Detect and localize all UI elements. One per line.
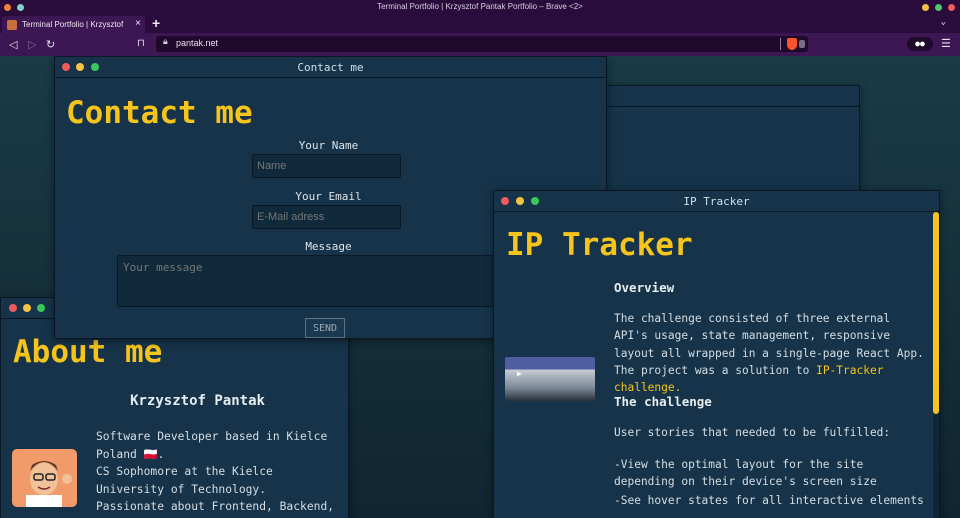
overview-text: The challenge consisted of three externa… [614,310,924,396]
browser-toolbar: ◁ ▷ ↻ ⊓ 🔒︎ pantak.net ●● ☰ [0,33,960,56]
minimize-button[interactable] [922,4,929,11]
url-text[interactable]: pantak.net [176,38,218,48]
contact-window-title: Contact me [297,61,364,74]
urlbar-divider [780,38,781,50]
maximize-dot-icon[interactable] [37,304,45,312]
bio-line: Passionate about Frontend, Backend, [96,500,335,513]
forward-icon[interactable]: ▷ [28,38,36,51]
bio-line: CS Sophomore at the Kielce University of… [96,465,273,496]
bookmark-icon[interactable]: ⊓ [137,38,145,49]
minimize-dot-icon[interactable] [23,304,31,312]
bio-line: Software Developer based in Kielce Polan… [96,430,328,461]
message-textarea[interactable] [117,255,537,307]
tab-label: Terminal Portfolio | Krzysztof [22,20,124,29]
challenge-heading: The challenge [614,394,712,409]
contact-window-bar[interactable]: Contact me [55,57,606,78]
window-title: Terminal Portfolio | Krzysztof Pantak Po… [377,2,583,11]
story-item: -View the optimal layout for the site de… [614,458,877,489]
background-window[interactable] [606,85,860,197]
tab-list-button[interactable]: ⌄ [941,17,946,27]
close-window-button[interactable] [948,4,955,11]
back-icon[interactable]: ◁ [9,38,17,51]
name-label: Your Name [298,139,359,152]
menu-icon[interactable]: ☰ [941,37,951,50]
ip-tracker-window[interactable]: IP Tracker IP Tracker ▶ Overview The cha… [493,190,940,518]
private-glasses-icon[interactable]: ●● [907,37,933,51]
stories-intro: User stories that needed to be fulfilled… [614,426,891,439]
ip-window-bar[interactable]: IP Tracker [494,191,939,212]
about-name: Krzysztof Pantak [130,393,265,409]
tab-terminal-portfolio[interactable]: Terminal Portfolio | Krzysztof × [2,16,145,33]
browser-titlebar: Terminal Portfolio | Krzysztof Pantak Po… [0,0,960,15]
story-item: -See hover states for all interactive el… [614,494,924,507]
rewards-icon[interactable] [799,40,805,48]
overview-heading: Overview [614,280,675,295]
maximize-button[interactable] [935,4,942,11]
new-tab-button[interactable]: + [152,15,160,31]
about-bio: Software Developer based in Kielce Polan… [96,428,336,516]
address-bar[interactable]: 🔒︎ pantak.net [156,36,808,52]
background-window-bar[interactable] [607,86,859,107]
scrollbar[interactable] [933,212,939,518]
send-button[interactable]: SEND [305,318,345,338]
play-icon: ▶ [517,369,522,378]
email-input[interactable] [252,205,401,229]
reload-icon[interactable]: ↻ [46,38,55,51]
project-thumbnail[interactable]: ▶ [505,357,595,401]
ip-heading: IP Tracker [506,227,693,263]
scrollbar-thumb[interactable] [933,212,939,414]
close-dot-icon[interactable] [9,304,17,312]
name-input[interactable] [252,154,401,178]
lock-icon[interactable]: 🔒︎ [163,37,168,47]
tab-bar: Terminal Portfolio | Krzysztof × + ⌄ [0,15,960,33]
ip-window-title: IP Tracker [683,195,750,208]
favicon-icon [7,20,17,30]
about-heading: About me [13,334,163,370]
tab-close-icon[interactable]: × [135,18,141,29]
contact-heading: Contact me [66,95,253,131]
brave-shield-icon[interactable] [787,38,797,50]
avatar [12,449,77,507]
page-content: About me Krzysztof Pantak Software Devel… [0,56,960,518]
